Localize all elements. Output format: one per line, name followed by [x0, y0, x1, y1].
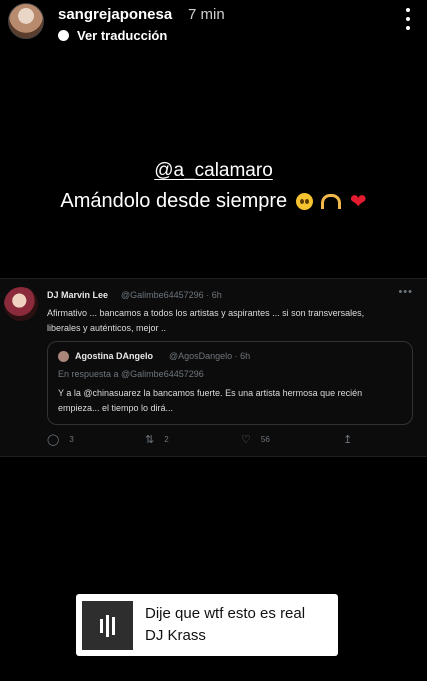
quote-text: Y a la @chinasuarez la bancamos fuerte. … [58, 388, 363, 413]
kebab-icon[interactable] [403, 8, 413, 30]
like-count: 56 [260, 435, 270, 444]
red-heart-icon: ❤ [349, 191, 367, 213]
like-action: ♡ 56 [241, 433, 270, 446]
retweet-icon: ⇅ [145, 434, 155, 446]
story-caption: Amándolo desde siempre ❤ [0, 189, 427, 214]
reply-icon: ◯ [47, 434, 60, 446]
reply-action: ◯ 3 [47, 433, 74, 446]
quote-avatar [58, 351, 69, 362]
quote-reply-to: En respuesta a @Galimbe64457296 [58, 369, 204, 379]
tweet-author: DJ Marvin Lee [47, 290, 109, 300]
song-artist: DJ Krass [145, 627, 206, 644]
retweet-action: ⇅ 2 [145, 433, 169, 446]
reply-count: 3 [69, 435, 74, 444]
share-icon: ↥ [343, 434, 353, 446]
quoted-tweet: Agostina DAngelo @AgosDangelo · 6h En re… [47, 341, 413, 425]
heart-outline-icon: ♡ [241, 434, 251, 446]
quote-meta: @AgosDangelo · 6h [169, 351, 251, 361]
translate-label: Ver traducción [77, 28, 168, 43]
translate-button[interactable]: Ver traducción [58, 28, 167, 43]
globe-icon [58, 30, 69, 41]
caption-text: Amándolo desde siempre [60, 189, 288, 212]
pleading-face-icon [295, 193, 313, 210]
heart-hands-icon [321, 194, 342, 209]
tweet-actions: ◯ 3 ⇅ 2 ♡ 56 ↥ [47, 433, 367, 447]
mention-text: @a_calamaro [154, 160, 273, 181]
tweet-text: Afirmativo ... bancamos a todos los arti… [47, 308, 365, 333]
timestamp: 7 min [188, 6, 225, 23]
tweet-avatar [4, 287, 38, 321]
share-action: ↥ [343, 433, 352, 446]
mention-sticker[interactable]: @a_calamaro [0, 160, 427, 182]
album-cover [82, 601, 133, 650]
tweet-card: DJ Marvin Lee @Galimbe64457296 · 6h ••• … [0, 278, 427, 457]
quote-author: Agostina DAngelo [75, 351, 153, 361]
music-sticker[interactable]: Dije que wtf esto es real DJ Krass [76, 594, 338, 656]
more-icon: ••• [398, 286, 413, 298]
song-title: Dije que wtf esto es real [145, 605, 306, 622]
avatar[interactable] [8, 3, 44, 39]
tweet-meta: @Galimbe64457296 · 6h [121, 290, 222, 300]
username[interactable]: sangrejaponesa [58, 6, 172, 23]
retweet-count: 2 [164, 435, 169, 444]
